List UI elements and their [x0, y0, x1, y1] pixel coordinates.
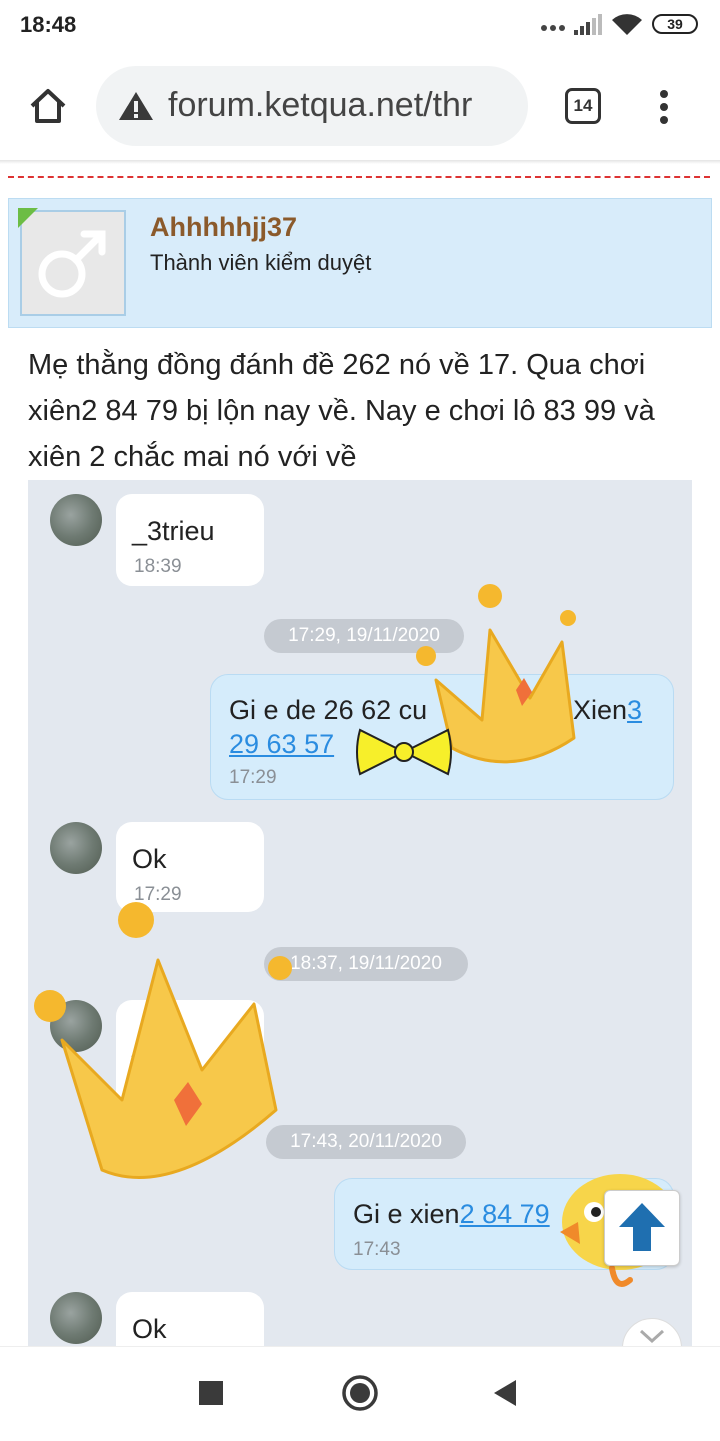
message-text: Gi e de 26 62 cu	[229, 695, 428, 725]
message-line: 29 63 57	[229, 729, 334, 760]
post-username[interactable]: Ahhhhhjj37	[150, 212, 297, 243]
wifi-icon	[612, 14, 642, 35]
chat-screenshot-image: _3trieu 18:39 17:29, 19/11/2020 Gi e de …	[28, 480, 692, 1350]
bow-sticker	[356, 728, 452, 776]
crown-sticker	[34, 902, 292, 1179]
battery-indicator: 39	[652, 14, 698, 34]
more-notifications-icon	[541, 25, 565, 31]
post-separator	[8, 176, 710, 178]
incoming-bubble: Ok 17:29	[116, 822, 264, 912]
circle-icon[interactable]	[341, 1374, 379, 1412]
contact-avatar	[50, 1292, 102, 1344]
online-indicator	[18, 208, 38, 228]
phone-link[interactable]: 3	[627, 695, 642, 725]
message-time: 17:43	[353, 1239, 401, 1260]
url-text[interactable]: forum.ketqua.net/thr	[168, 86, 512, 125]
post-body: Mẹ thằng đồng đánh đề 262 nó về 17. Qua …	[28, 349, 655, 473]
message-line: Gi e xien2 84 79	[353, 1199, 550, 1230]
contact-avatar	[50, 494, 102, 546]
toolbar-shadow	[0, 160, 720, 164]
status-time: 18:48	[20, 12, 77, 37]
incoming-bubble: Ok	[116, 1292, 264, 1350]
phone-link[interactable]: 2 84 79	[460, 1199, 550, 1229]
phone-link[interactable]: 29 63 57	[229, 729, 334, 759]
home-icon[interactable]	[28, 86, 68, 126]
chevron-down-icon	[639, 1329, 665, 1344]
tab-switcher-button[interactable]: 14	[565, 88, 601, 124]
square-icon[interactable]	[198, 1380, 224, 1406]
incoming-bubble: _3trieu 18:39	[116, 494, 264, 586]
message-time: 17:29	[229, 767, 277, 788]
message-text: Ok	[132, 1314, 167, 1344]
arrow-up-icon	[619, 1203, 665, 1251]
message-text: Ok	[132, 844, 167, 874]
signal-icon	[574, 14, 602, 35]
user-role: Thành viên kiểm duyệt	[150, 250, 372, 275]
scroll-to-top-button[interactable]	[604, 1190, 680, 1266]
triangle-back-icon[interactable]	[492, 1379, 518, 1407]
not-secure-icon[interactable]	[118, 90, 154, 122]
message-text: Gi e xien	[353, 1199, 460, 1229]
more-vert-icon[interactable]	[654, 88, 674, 128]
message-time: 18:39	[134, 556, 182, 577]
message-text: _3trieu	[132, 516, 215, 546]
contact-avatar	[50, 822, 102, 874]
